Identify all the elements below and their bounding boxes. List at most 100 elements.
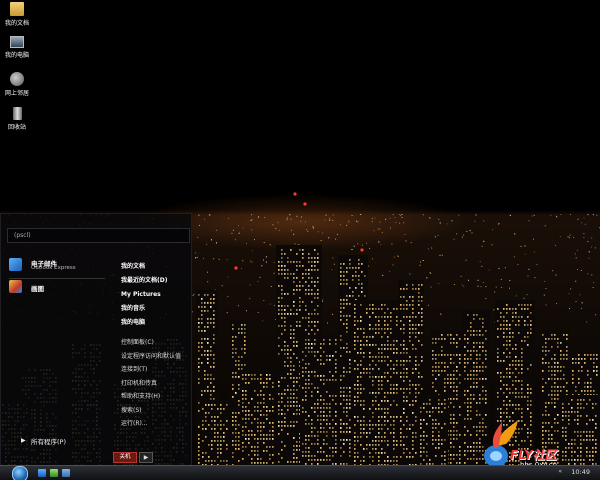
building-window [308,383,310,385]
building-window [476,314,478,316]
city-light [439,254,441,256]
all-programs-button[interactable]: 所有程序(P) [31,436,66,446]
building-window [530,392,532,394]
start-search-input[interactable]: (pscl) [7,228,190,243]
right-item[interactable]: My Pictures [121,288,187,302]
building-window [317,257,319,259]
building-window [429,403,431,405]
building-window [473,442,475,444]
shutdown-button[interactable]: 关机 [113,452,137,463]
building-window [476,362,478,364]
city-light [550,214,552,216]
building-window [198,370,200,372]
building-window [284,313,286,315]
right-item[interactable]: 我的文档 [121,260,187,274]
right-item[interactable]: 我的电脑 [121,316,187,330]
building-window [311,435,313,437]
building-window [557,386,559,388]
building-window [293,453,295,455]
clock[interactable]: 10:49 [571,468,590,476]
media-icon[interactable] [50,469,58,477]
building-window [281,349,283,351]
building-window [444,403,446,405]
building-window [346,427,348,429]
pinned-item-paint[interactable]: 画图 [5,276,111,298]
right-item-secondary[interactable]: 帮助和支持(H) [121,390,187,404]
building-window [384,344,386,346]
right-item-secondary[interactable]: 连接到(T) [121,363,187,377]
building-window [418,332,420,334]
building-window [381,308,383,310]
building-window [343,395,345,397]
building-window [589,399,591,401]
building-window [290,377,292,379]
city-light [463,234,465,236]
right-item-secondary[interactable]: 运行(R)... [121,417,187,431]
building-window [387,344,389,346]
building-window [396,416,398,418]
building-window [500,372,502,374]
right-item[interactable]: 我的音乐 [121,302,187,316]
building-window [409,320,411,322]
building-window [503,344,505,346]
building-window [441,411,443,413]
building-window [257,450,259,452]
building-window [464,450,466,452]
building-window [207,386,209,388]
right-item-secondary[interactable]: 搜索(S) [121,404,187,418]
pinned-item-email[interactable]: 电子邮件 Outlook Express [5,254,111,276]
building-window [220,424,222,426]
city-light [485,286,487,288]
building-window [467,342,469,344]
building-window [400,344,402,346]
city-light [263,242,265,244]
building-window [357,352,359,354]
building-window [412,332,414,334]
right-item[interactable]: 我最近的文档(D) [121,274,187,288]
city-light [246,243,247,245]
building-window [524,304,526,306]
building-window [554,378,556,380]
building-window [464,434,466,436]
desktop-icon[interactable] [62,469,70,477]
building-window [378,368,380,370]
building-window [360,376,362,378]
building-window [210,382,212,384]
building-window [311,351,313,353]
building-window [403,308,405,310]
building-window [378,384,380,386]
building-window [384,460,386,462]
building-window [260,374,262,376]
building-window [587,370,589,372]
desktop-icon-network[interactable]: 网上邻居 [4,72,30,97]
city-light [332,313,334,315]
building-window [400,432,402,434]
building-window [296,449,298,451]
right-item-secondary[interactable]: 打印机和传真 [121,377,187,391]
right-item-secondary[interactable]: 控制面板(C) [121,336,187,350]
building-window [467,430,469,432]
right-item-secondary[interactable]: 设定程序访问和默认值 [121,350,187,364]
building-window [314,427,316,429]
building-window [476,382,478,384]
building-window [432,358,434,360]
building-window [563,378,565,380]
desktop-icon-my-documents[interactable]: 我的文档 [4,2,30,27]
desktop-icon-my-computer[interactable]: 我的电脑 [4,36,30,59]
building-window [423,447,425,449]
building-window [346,327,348,329]
building-window [211,428,213,430]
ie-icon[interactable] [38,469,46,477]
start-button[interactable] [12,466,28,480]
building-window [409,384,411,386]
lock-menu-button[interactable]: ▶ [139,452,153,463]
building-window [302,443,304,445]
desktop-icon-recycle-bin[interactable]: 回收站 [4,107,30,131]
building-window [278,461,280,463]
tray-expand-icon[interactable]: « [558,468,562,475]
building-window [269,374,271,376]
building-window [464,402,466,404]
building-window [418,324,420,326]
building-window [354,336,356,338]
building-window [521,340,523,342]
